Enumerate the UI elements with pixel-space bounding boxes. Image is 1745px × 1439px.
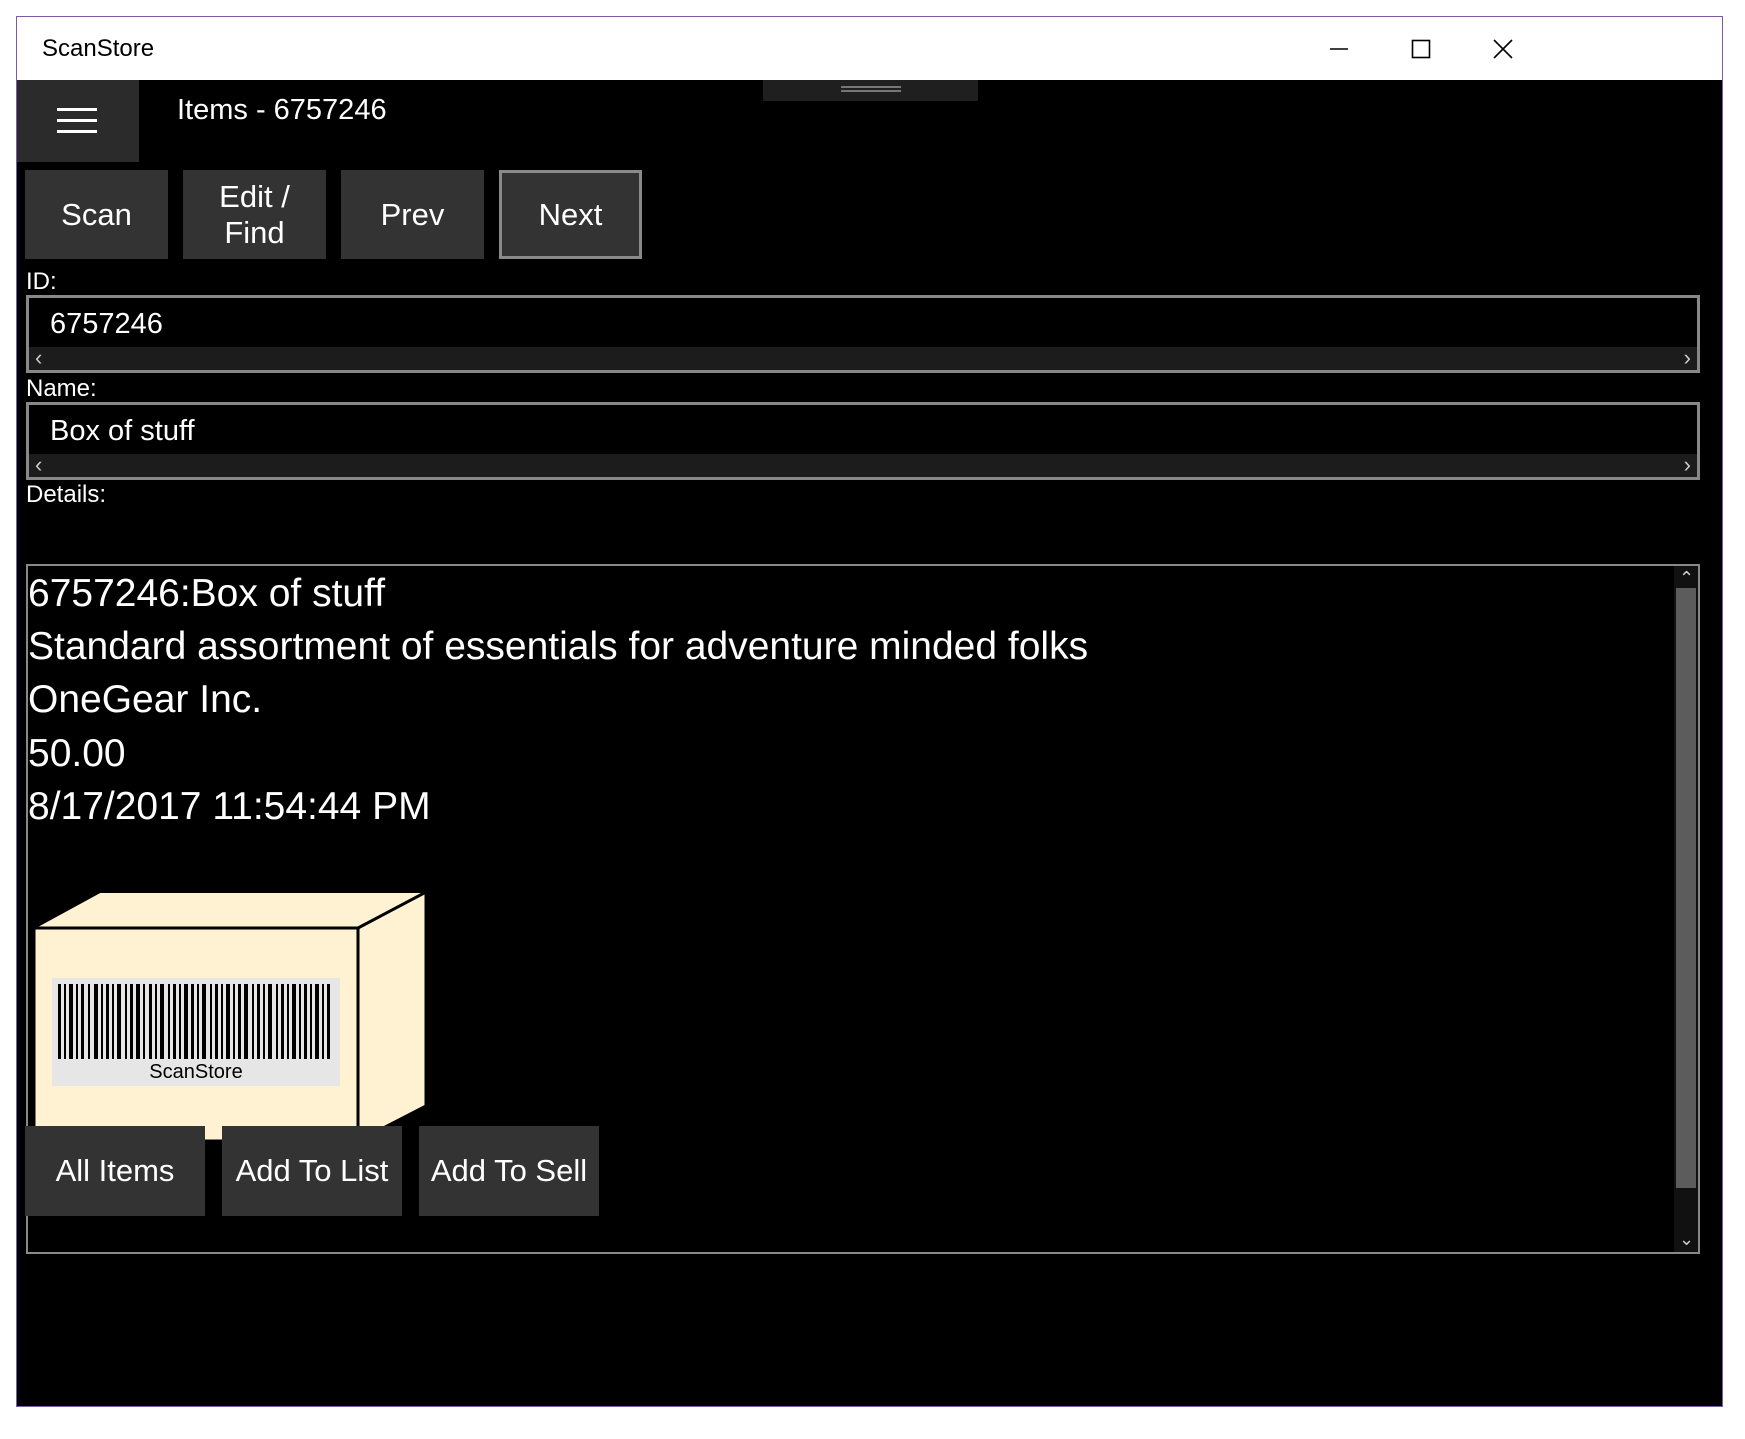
page-title: Items - 6757246 bbox=[177, 94, 387, 126]
title-bar: ScanStore bbox=[17, 17, 1722, 80]
barcode-label: ScanStore bbox=[149, 1061, 242, 1083]
prev-button[interactable]: Prev bbox=[341, 170, 484, 259]
product-box-image: ScanStore bbox=[28, 886, 428, 1151]
details-line-description: Standard assortment of essentials for ad… bbox=[28, 625, 1089, 668]
close-icon bbox=[1493, 38, 1513, 59]
scroll-right-icon[interactable]: › bbox=[1684, 345, 1691, 371]
details-line-date: 8/17/2017 11:54:44 PM bbox=[28, 785, 431, 828]
window-title: ScanStore bbox=[42, 35, 155, 62]
details-line-title: 6757246:Box of stuff bbox=[28, 572, 386, 615]
scroll-right-icon[interactable]: › bbox=[1684, 452, 1691, 478]
details-line-price: 50.00 bbox=[28, 732, 126, 775]
name-label: Name: bbox=[26, 375, 97, 402]
next-button[interactable]: Next bbox=[499, 170, 642, 259]
scroll-left-icon[interactable]: ‹ bbox=[35, 345, 42, 371]
add-to-sell-button[interactable]: Add To Sell bbox=[419, 1126, 599, 1216]
scroll-down-icon[interactable]: ⌄ bbox=[1679, 1229, 1694, 1250]
scroll-left-icon[interactable]: ‹ bbox=[35, 452, 42, 478]
edit-find-button[interactable]: Edit / Find bbox=[183, 170, 326, 259]
name-field-value: Box of stuff bbox=[50, 415, 195, 447]
id-label: ID: bbox=[26, 268, 57, 295]
minimize-button[interactable] bbox=[1293, 17, 1385, 80]
scan-button-label: Scan bbox=[61, 196, 132, 232]
main-content: Items - 6757246 Scan Edit / Find Prev Ne… bbox=[17, 80, 1722, 1406]
drag-handle[interactable] bbox=[763, 80, 978, 101]
all-items-button[interactable]: All Items bbox=[25, 1126, 205, 1216]
name-field[interactable]: Box of stuff ‹ › bbox=[26, 402, 1700, 480]
id-field[interactable]: 6757246 ‹ › bbox=[26, 295, 1700, 373]
id-field-value: 6757246 bbox=[50, 308, 163, 340]
maximize-button[interactable] bbox=[1375, 17, 1467, 80]
edit-find-label-line2: Find bbox=[224, 214, 285, 250]
close-button[interactable] bbox=[1457, 17, 1549, 80]
scroll-up-icon[interactable]: ⌃ bbox=[1679, 568, 1694, 589]
scan-button[interactable]: Scan bbox=[25, 170, 168, 259]
maximize-icon bbox=[1411, 39, 1431, 58]
name-field-scrollbar[interactable]: ‹ › bbox=[29, 452, 1697, 478]
add-to-sell-label: Add To Sell bbox=[430, 1153, 588, 1189]
hamburger-menu-button[interactable] bbox=[17, 80, 139, 162]
minimize-icon bbox=[1330, 47, 1348, 50]
details-label: Details: bbox=[26, 481, 107, 508]
details-line-manufacturer: OneGear Inc. bbox=[28, 678, 263, 721]
add-to-list-label: Add To List bbox=[235, 1153, 389, 1189]
scrollbar-thumb[interactable] bbox=[1676, 588, 1696, 1188]
all-items-label: All Items bbox=[55, 1153, 175, 1189]
next-button-label: Next bbox=[538, 196, 603, 232]
prev-button-label: Prev bbox=[380, 196, 445, 232]
app-window: ScanStore Items - 6757246 Scan Edit / Fi… bbox=[16, 16, 1723, 1407]
details-vertical-scrollbar[interactable]: ⌃ ⌄ bbox=[1674, 566, 1698, 1252]
add-to-list-button[interactable]: Add To List bbox=[222, 1126, 402, 1216]
id-field-scrollbar[interactable]: ‹ › bbox=[29, 345, 1697, 371]
edit-find-label-line1: Edit / bbox=[219, 178, 290, 214]
